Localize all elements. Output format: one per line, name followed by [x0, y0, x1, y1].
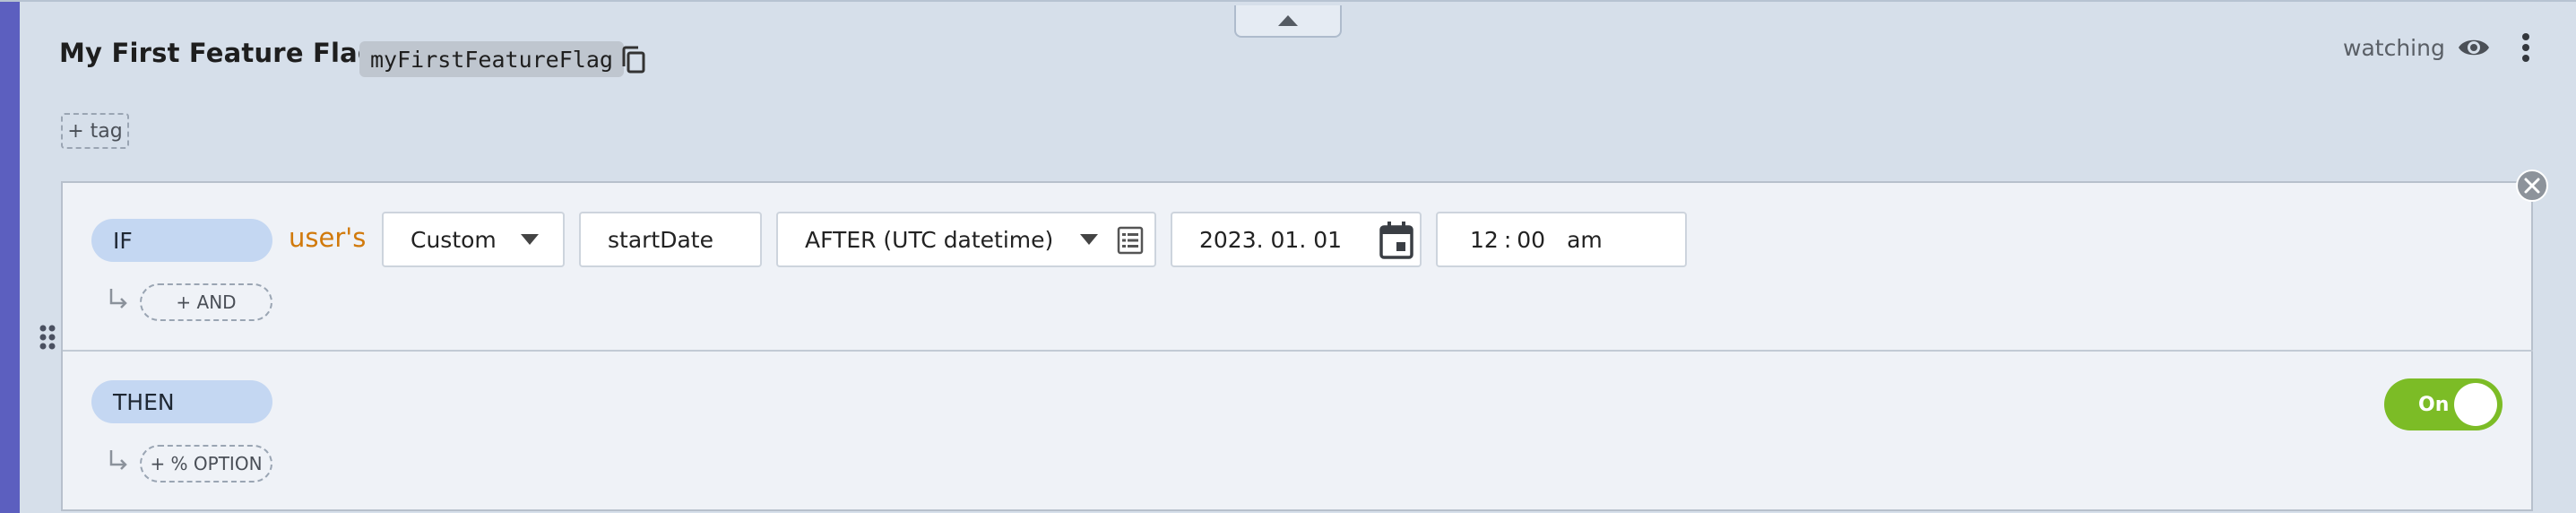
attribute-name-value: startDate [608, 226, 713, 253]
then-label: THEN [91, 380, 272, 423]
card-accent-bar [0, 2, 20, 513]
serve-value-toggle[interactable]: On [2384, 378, 2503, 430]
if-label: IF [91, 219, 272, 262]
drag-handle-icon[interactable] [38, 323, 57, 352]
caret-down-icon [521, 234, 539, 245]
add-and-condition-button[interactable]: + AND [140, 283, 272, 321]
operator-value: AFTER (UTC datetime) [805, 226, 1054, 253]
branch-arrow-icon [109, 289, 127, 309]
close-circle-icon[interactable] [2515, 169, 2549, 203]
rule-divider [63, 350, 2533, 352]
more-vertical-icon[interactable] [2520, 32, 2531, 63]
eye-icon[interactable] [2457, 34, 2491, 61]
feature-flag-card: My First Feature Flag myFirstFeatureFlag… [0, 0, 2576, 513]
branch-arrow-icon [109, 450, 127, 470]
operator-select[interactable]: AFTER (UTC datetime) [776, 212, 1156, 267]
flag-name: My First Feature Flag [59, 38, 376, 68]
time-separator: : [1503, 226, 1512, 253]
time-input[interactable]: 12 : 00 am [1436, 212, 1687, 267]
collapse-toggle[interactable] [1234, 5, 1342, 38]
copy-icon[interactable] [620, 45, 647, 75]
toggle-label: On [2418, 393, 2450, 416]
attribute-source-select[interactable]: Custom [382, 212, 565, 267]
subject-label: user's [289, 222, 367, 253]
date-value: 2023. 01. 01 [1199, 226, 1343, 253]
watching-label: watching [2343, 35, 2445, 61]
time-minute[interactable]: 00 [1517, 227, 1545, 253]
attribute-source-value: Custom [411, 226, 497, 253]
flag-key: myFirstFeatureFlag [359, 41, 624, 77]
time-ampm[interactable]: am [1567, 227, 1603, 253]
attribute-name-input[interactable]: startDate [579, 212, 762, 267]
calendar-icon[interactable] [1379, 221, 1414, 260]
caret-down-icon [1080, 234, 1098, 245]
add-tag-button[interactable]: + tag [61, 113, 129, 149]
time-hour[interactable]: 12 [1470, 227, 1499, 253]
toggle-knob [2454, 383, 2497, 426]
list-icon[interactable] [1117, 226, 1144, 255]
chevron-up-icon [1278, 15, 1298, 26]
date-input[interactable]: 2023. 01. 01 [1171, 212, 1422, 267]
add-percentage-option-button[interactable]: + % OPTION [140, 445, 272, 483]
